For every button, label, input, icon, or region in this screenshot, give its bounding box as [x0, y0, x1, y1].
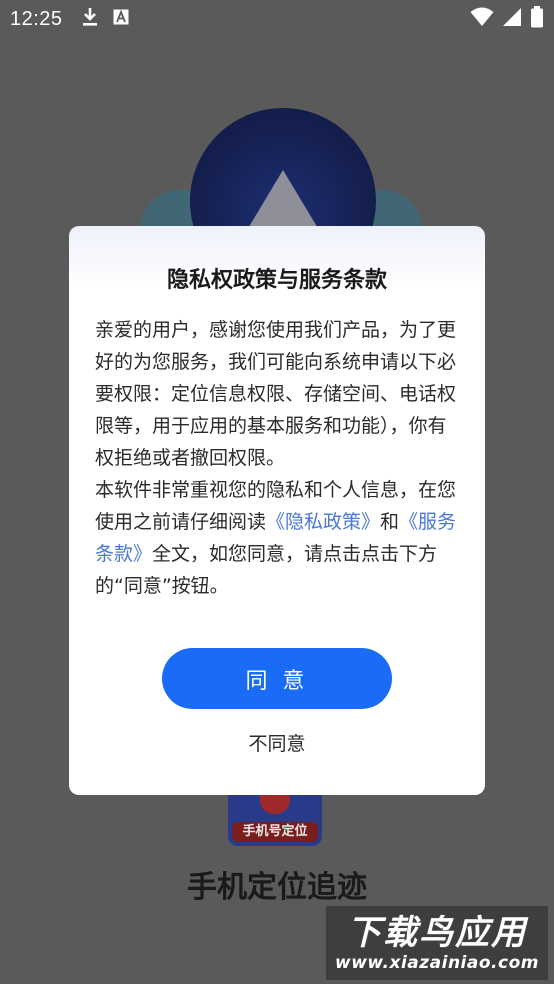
status-system-icons [470, 6, 544, 32]
and-text: 和 [380, 511, 400, 533]
privacy-dialog: 隐私权政策与服务条款 亲爱的用户，感谢您使用我们产品，为了更好的为您服务，我们可… [69, 226, 485, 795]
app-icon-label: 手机号定位 [232, 822, 318, 842]
download-icon [81, 7, 99, 31]
background-app-icon: 手机号定位 [228, 790, 322, 846]
agree-button[interactable]: 同 意 [162, 648, 392, 709]
dialog-body: 亲爱的用户，感谢您使用我们产品，为了更好的为您服务，我们可能向系统申请以下必要权… [95, 314, 465, 602]
background-logo-wing-right [372, 190, 422, 230]
status-bar: 12:25 [0, 0, 554, 38]
disagree-button[interactable]: 不同意 [197, 724, 357, 760]
watermark-url: www.xiazainiao.com [335, 953, 539, 973]
dialog-title: 隐私权政策与服务条款 [166, 268, 387, 293]
signal-icon [502, 7, 522, 31]
watermark: 下载鸟应用 www.xiazainiao.com [326, 906, 548, 980]
dialog-paragraph-policy: 本软件非常重视您的隐私和个人信息，在您使用之前请仔细阅读《隐私政策》和《服务条款… [95, 474, 465, 602]
status-notification-icons [81, 7, 129, 31]
privacy-policy-link[interactable]: 《隐私政策》 [266, 511, 380, 533]
status-time: 12:25 [10, 7, 63, 30]
a-notification-icon [113, 9, 129, 29]
background-app-name: 手机定位追迹 [187, 870, 367, 905]
location-arrow-icon [247, 170, 319, 230]
battery-icon [530, 6, 544, 32]
wifi-icon [470, 7, 494, 31]
watermark-title: 下载鸟应用 [347, 913, 527, 953]
dialog-paragraph-permissions: 亲爱的用户，感谢您使用我们产品，为了更好的为您服务，我们可能向系统申请以下必要权… [95, 319, 457, 469]
